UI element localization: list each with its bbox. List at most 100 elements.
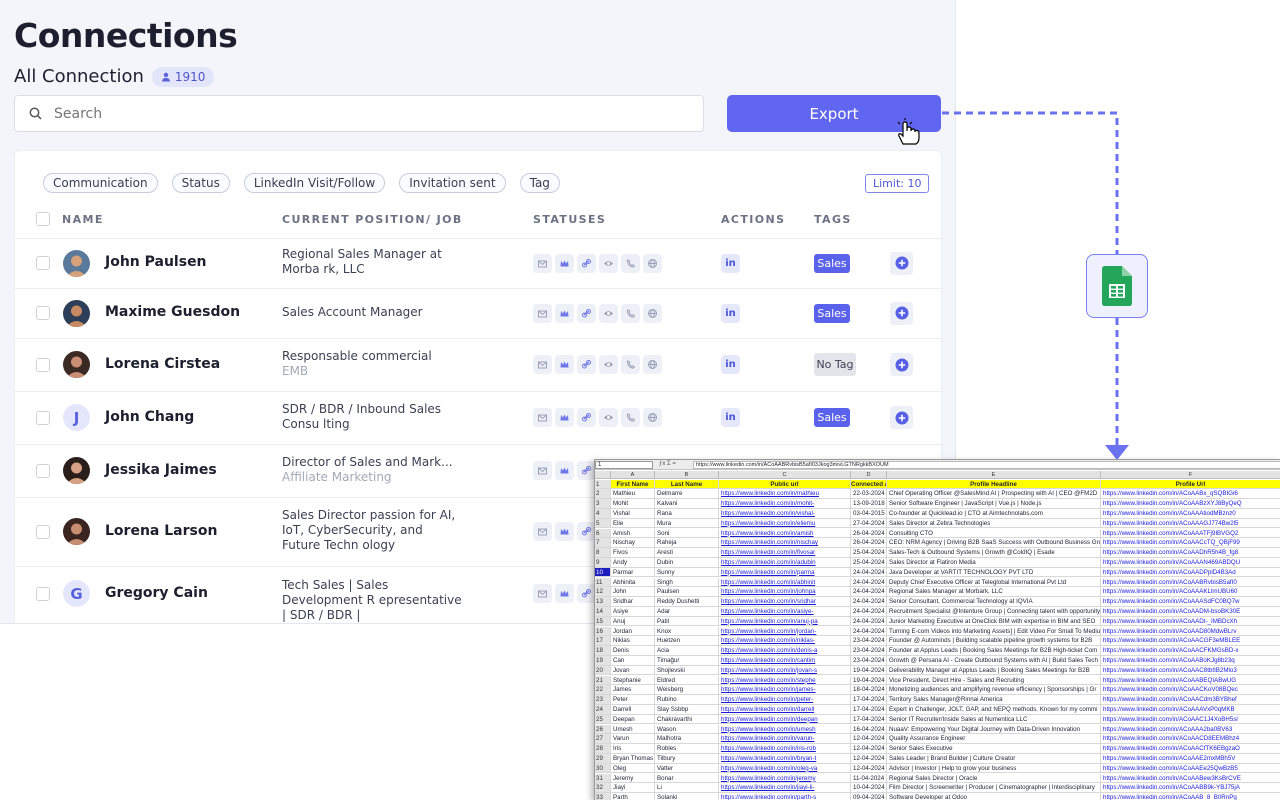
spreadsheet-cell: Adar	[655, 606, 719, 617]
filter-linkedin-visit[interactable]: LinkedIn Visit/Follow	[243, 173, 386, 193]
spreadsheet-cell: https://www.linkedin.com/in/bryan-t	[719, 753, 851, 764]
spreadsheet-cell: Umesh	[611, 724, 655, 735]
crown-icon[interactable]	[555, 461, 574, 480]
status-icons	[533, 253, 662, 273]
add-tag-button[interactable]	[890, 353, 913, 376]
filter-tag[interactable]: Tag	[519, 173, 560, 193]
add-tag-button[interactable]	[890, 251, 913, 275]
crown-icon[interactable]	[555, 522, 574, 541]
row-checkbox[interactable]	[36, 357, 50, 372]
spreadsheet-cell: 18-04-2024	[851, 685, 887, 696]
filter-communication[interactable]: Communication	[43, 173, 158, 193]
position-title: Responsable commercial	[282, 348, 432, 363]
linkedin-icon[interactable]: in	[721, 253, 740, 273]
select-all-checkbox[interactable]	[36, 212, 50, 226]
spreadsheet-cell: https://www.linkedin.com/in/eliemu	[719, 518, 851, 529]
spreadsheet-cell: https://www.linkedin.com/in/ACoAABew3KsB…	[1101, 774, 1280, 784]
filter-status[interactable]: Status	[171, 173, 230, 193]
mail-icon[interactable]	[533, 408, 552, 427]
search-box[interactable]	[14, 95, 704, 132]
mail-icon[interactable]	[533, 522, 552, 541]
function-icon: ƒx Σ =	[659, 461, 676, 467]
crown-icon[interactable]	[555, 253, 574, 273]
eye-icon[interactable]	[599, 408, 618, 427]
spreadsheet-cell: Vice President, Direct Hire - Sales and …	[887, 675, 1101, 686]
connection-name[interactable]: John Paulsen	[105, 254, 207, 270]
mail-icon[interactable]	[533, 461, 552, 480]
tag-badge[interactable]: Sales	[814, 253, 850, 273]
spreadsheet-cell: https://www.linkedin.com/in/fivosar	[719, 548, 851, 558]
row-checkbox[interactable]	[36, 256, 50, 270]
spreadsheet-cell: Territory Sales Manager@Rinnai America	[887, 695, 1101, 705]
connection-name[interactable]: Jessika Jaimes	[105, 462, 217, 478]
mail-icon[interactable]	[533, 253, 552, 273]
globe-icon[interactable]	[643, 355, 662, 374]
crown-icon[interactable]	[555, 355, 574, 374]
globe-icon[interactable]	[643, 253, 662, 273]
linkedin-icon[interactable]: in	[721, 303, 740, 323]
mail-icon[interactable]	[533, 355, 552, 374]
search-input[interactable]	[54, 105, 654, 122]
eye-icon[interactable]	[599, 303, 618, 323]
phone-icon[interactable]	[621, 408, 640, 427]
connection-name[interactable]: Gregory Cain	[105, 585, 208, 601]
current-position: Director of Sales and Mark... Affiliate M…	[282, 455, 464, 485]
formula-input[interactable]: https://www.linkedin.com/in/ACoAABRvbisB…	[693, 461, 1280, 469]
spreadsheet-cell: 11-04-2024	[851, 773, 887, 784]
column-header-name: NAME	[62, 213, 104, 226]
row-checkbox[interactable]	[36, 524, 50, 539]
linkedin-icon[interactable]: in	[721, 355, 740, 374]
add-tag-button[interactable]	[890, 406, 913, 429]
mail-icon[interactable]	[533, 584, 552, 603]
tag-badge[interactable]: Sales	[814, 303, 850, 323]
crown-icon[interactable]	[555, 408, 574, 427]
limit-selector[interactable]: Limit: 10	[865, 174, 930, 193]
link-icon[interactable]	[577, 355, 596, 374]
tag-badge[interactable]: No Tag	[814, 353, 856, 376]
globe-icon[interactable]	[643, 303, 662, 323]
phone-icon[interactable]	[621, 355, 640, 374]
filter-invitation-sent[interactable]: Invitation sent	[399, 173, 506, 193]
spreadsheet-cell: 25-04-2024	[851, 557, 887, 568]
globe-icon[interactable]	[643, 408, 662, 427]
connection-name[interactable]: Lorena Larson	[105, 523, 217, 539]
row-checkbox[interactable]	[36, 586, 50, 601]
row-checkbox[interactable]	[36, 410, 50, 425]
spreadsheet-cell: Recruitment Specialist @Intenture Group …	[887, 606, 1101, 617]
crown-icon[interactable]	[555, 584, 574, 603]
search-icon	[29, 107, 42, 120]
cell-reference[interactable]: 1	[595, 461, 653, 469]
exported-spreadsheet: 1 ƒx Σ = https://www.linkedin.com/in/ACo…	[594, 459, 1280, 800]
spreadsheet-cell: Regional Sales Manager at Morbark, LLC	[887, 587, 1101, 598]
spreadsheet-cell: https://www.linkedin.com/in/parth-s	[719, 793, 851, 800]
connection-name[interactable]: John Chang	[105, 409, 194, 425]
spreadsheet-cell: Senior Software Engineer | JavaScript | …	[887, 499, 1101, 509]
spreadsheet-cell: https://www.linkedin.com/in/ACoAACdm3BYB…	[1101, 695, 1280, 705]
eye-icon[interactable]	[599, 253, 618, 273]
link-icon[interactable]	[577, 408, 596, 427]
current-position: Tech Sales | Sales Development R epresen…	[282, 578, 464, 623]
spreadsheet-cell: https://www.linkedin.com/in/vishal-	[719, 508, 851, 519]
tag-badge[interactable]: Sales	[814, 408, 850, 427]
mail-icon[interactable]	[533, 303, 552, 323]
connection-name[interactable]: Maxime Guesdon	[105, 304, 240, 320]
spreadsheet-cell: Can	[611, 655, 655, 666]
crown-icon[interactable]	[555, 303, 574, 323]
spreadsheet-cell: https://www.linkedin.com/in/ACoAACcTQ_QB…	[1101, 538, 1280, 549]
link-icon[interactable]	[577, 303, 596, 323]
spreadsheet-cell: Varun	[611, 734, 655, 745]
phone-icon[interactable]	[621, 253, 640, 273]
row-checkbox[interactable]	[36, 463, 50, 478]
phone-icon[interactable]	[621, 303, 640, 323]
spreadsheet-header-cell: Last Name	[655, 479, 719, 490]
linkedin-icon[interactable]: in	[721, 408, 740, 427]
connection-name[interactable]: Lorena Cirstea	[105, 356, 220, 372]
row-checkbox[interactable]	[36, 306, 50, 320]
link-icon[interactable]	[577, 253, 596, 273]
spreadsheet-cell: https://www.linkedin.com/in/ACoAAATFj9IB…	[1101, 529, 1280, 539]
eye-icon[interactable]	[599, 355, 618, 374]
subtitle-label: All Connection	[14, 66, 144, 87]
add-tag-button[interactable]	[890, 301, 913, 325]
spreadsheet-cell: Sridhar	[611, 597, 655, 607]
position-title: SDR / BDR / Inbound Sales Consu lting	[282, 401, 442, 431]
